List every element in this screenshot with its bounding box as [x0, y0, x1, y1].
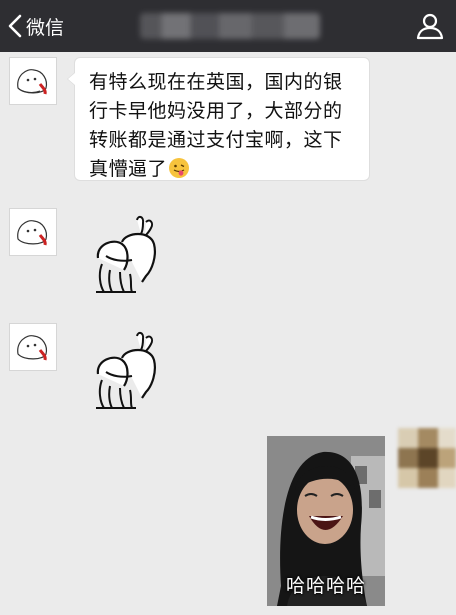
person-icon	[416, 13, 444, 44]
chevron-left-icon	[8, 14, 22, 38]
top-bar: 微信	[0, 0, 456, 52]
tongue-out-face-emoji	[169, 158, 190, 178]
doodle-avatar-icon	[17, 335, 48, 361]
back-button[interactable]: 微信	[8, 9, 64, 43]
back-label: 微信	[26, 16, 65, 39]
message-bubble[interactable]: 有特么现在在英国，国内的银行卡早他妈没用了，大部分的转账都是通过支付宝啊，这下真…	[67, 57, 370, 181]
contact-avatar[interactable]	[9, 323, 57, 371]
doodle-avatar-icon	[17, 220, 48, 246]
my-avatar[interactable]	[398, 428, 456, 488]
blurred-chat-title	[140, 13, 320, 39]
bunny-hug-sticker[interactable]	[92, 214, 162, 294]
contact-avatar[interactable]	[9, 57, 57, 105]
chat-info-button[interactable]	[416, 12, 444, 40]
contact-avatar[interactable]	[9, 208, 57, 256]
message-text: 有特么现在在英国，国内的银行卡早他妈没用了，大部分的转账都是通过支付宝啊，这下真…	[89, 71, 343, 180]
pixelated-avatar-icon	[398, 428, 456, 488]
doodle-avatar-icon	[17, 69, 48, 95]
image-message[interactable]: 哈哈哈哈	[267, 436, 385, 606]
bunny-hug-sticker[interactable]	[92, 330, 162, 410]
image-caption: 哈哈哈哈	[285, 575, 366, 597]
